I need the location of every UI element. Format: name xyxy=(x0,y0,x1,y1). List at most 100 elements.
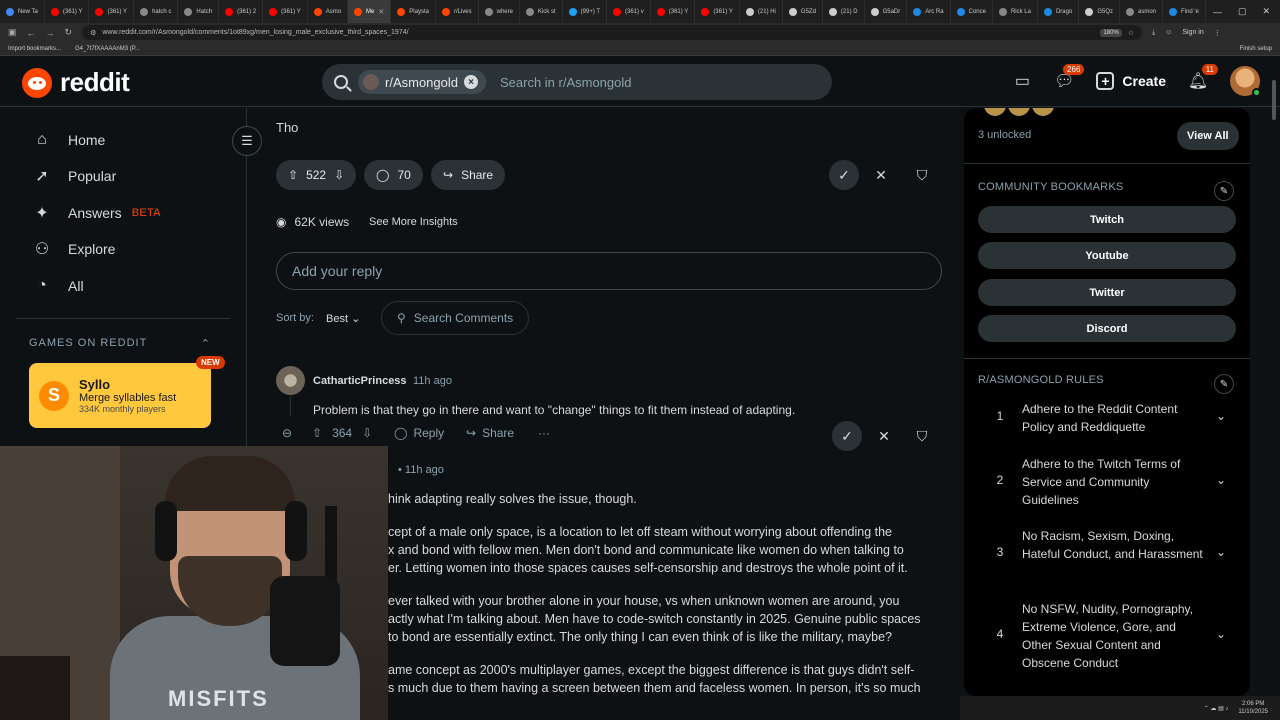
nav-all[interactable]: ◔ All xyxy=(32,276,83,296)
maximize-icon[interactable]: ▢ xyxy=(1238,6,1247,17)
mod-shield-button[interactable]: ⛉ xyxy=(907,421,937,451)
game-card-syllo[interactable]: S Syllo Merge syllables fast 334K monthl… xyxy=(29,363,211,428)
games-section-header[interactable]: GAMES ON REDDIT ⌃ xyxy=(29,337,211,350)
bookmark-import[interactable]: Import bookmarks... xyxy=(8,46,61,52)
sidebar-toggle-icon[interactable]: ▣ xyxy=(8,27,17,38)
create-button[interactable]: + Create xyxy=(1096,72,1166,90)
browser-tab[interactable]: G5Zd xyxy=(783,0,823,23)
nav-answers[interactable]: ✦ Answers BETA xyxy=(32,203,161,223)
search-comments-input[interactable]: ⚲ Search Comments xyxy=(381,301,530,335)
comment-share-button[interactable]: ↪ Share xyxy=(466,426,514,440)
signin-label[interactable]: Sign in xyxy=(1182,29,1203,36)
browser-tab[interactable]: (361) Y xyxy=(89,0,135,23)
profile-icon[interactable]: ☺ xyxy=(1165,29,1172,36)
bookmark-twitter[interactable]: Twitter xyxy=(978,279,1236,306)
see-more-insights-link[interactable]: See More Insights xyxy=(369,216,458,228)
browser-tab[interactable]: r/Lives xyxy=(436,0,479,23)
browser-tab[interactable]: (361) Y xyxy=(263,0,308,23)
edit-pencil-icon[interactable]: ✎ xyxy=(1214,181,1234,201)
browser-tab[interactable]: (361) 2 xyxy=(219,0,264,23)
bookmark-youtube[interactable]: Youtube xyxy=(978,242,1236,269)
page-scrollbar[interactable] xyxy=(1272,80,1276,120)
finish-setup-button[interactable]: Finish setup xyxy=(1240,46,1272,52)
clock[interactable]: 2:06 PM 11/10/2025 xyxy=(1238,700,1268,716)
downloads-icon[interactable]: ⤓ xyxy=(1152,29,1155,37)
upvote-icon[interactable]: ⇧ xyxy=(288,168,298,182)
notification-bell-icon[interactable]: 🔔︎ 11 xyxy=(1188,64,1218,91)
browser-tab[interactable]: hatch c xyxy=(134,0,179,23)
browser-tab[interactable]: G5aDr xyxy=(865,0,908,23)
browser-tab[interactable]: Hatch xyxy=(178,0,220,23)
chevron-down-icon[interactable]: ⌄ xyxy=(1206,400,1236,436)
browser-tab[interactable]: New Ta xyxy=(0,0,45,23)
collapse-thread-icon[interactable]: ⊖ xyxy=(282,426,292,440)
browser-tab[interactable]: Find 'e xyxy=(1163,0,1206,23)
bookmark-star-icon[interactable]: ☆ xyxy=(1128,29,1134,37)
share-button[interactable]: ↪ Share xyxy=(431,160,506,190)
browser-tab[interactable]: (21) Hi xyxy=(740,0,783,23)
more-options-icon[interactable]: ··· xyxy=(538,426,550,440)
reddit-logo[interactable]: reddit xyxy=(22,67,130,98)
view-all-button[interactable]: View All xyxy=(1177,122,1239,150)
browser-tab[interactable]: G5Qz xyxy=(1079,0,1120,23)
bookmark-twitch[interactable]: Twitch xyxy=(978,206,1236,233)
rule-item[interactable]: 3 No Racism, Sexism, Doxing, Hateful Con… xyxy=(978,527,1236,563)
rule-item[interactable]: 1 Adhere to the Reddit Content Policy an… xyxy=(978,400,1236,436)
downvote-icon[interactable]: ⇩ xyxy=(362,426,372,440)
back-icon[interactable]: ← xyxy=(27,28,36,38)
approve-button[interactable]: ✓ xyxy=(829,160,859,190)
clear-chip-icon[interactable]: × xyxy=(463,75,478,89)
approve-comment-button[interactable]: ✓ xyxy=(832,421,862,451)
thread-line[interactable] xyxy=(290,396,291,416)
ad-icon[interactable]: ▭ xyxy=(1012,71,1032,91)
browser-tab[interactable]: Arc Ra xyxy=(907,0,951,23)
browser-tab[interactable]: (361) Y xyxy=(45,0,90,23)
browser-tab[interactable]: Drago xyxy=(1038,0,1080,23)
chat-icon[interactable]: 💬︎ 266 xyxy=(1054,64,1085,91)
nav-home[interactable]: ⌂ Home xyxy=(32,130,105,150)
close-tab-icon[interactable]: ✕ xyxy=(378,8,384,16)
nav-popular[interactable]: ➚ Popular xyxy=(32,166,116,186)
browser-tab[interactable]: (361) Y xyxy=(695,0,740,23)
browser-tab[interactable]: where xyxy=(479,0,520,23)
reload-icon[interactable]: ↻ xyxy=(65,27,73,38)
reply-button[interactable]: ◯ Reply xyxy=(394,426,444,440)
browser-tab[interactable]: Asmo xyxy=(308,0,349,23)
edit-pencil-icon[interactable]: ✎ xyxy=(1214,374,1234,394)
comments-button[interactable]: ◯ 70 xyxy=(364,160,423,190)
downvote-icon[interactable]: ⇩ xyxy=(334,168,344,182)
address-bar[interactable]: ⚙ www.reddit.com/r/Asmongold/comments/1o… xyxy=(82,25,1143,40)
chevron-down-icon[interactable]: ⌄ xyxy=(1206,527,1236,563)
menu-icon[interactable]: ⋮ xyxy=(1214,29,1221,37)
mod-shield-button[interactable]: ⛉ xyxy=(907,160,937,190)
rule-item[interactable]: 2 Adhere to the Twitch Terms of Service … xyxy=(978,455,1236,509)
search-bar[interactable]: r/Asmongold × Search in r/Asmongold xyxy=(322,64,832,100)
minimize-icon[interactable]: — xyxy=(1213,7,1222,17)
rule-item[interactable]: 4 No NSFW, Nudity, Pornography, Extreme … xyxy=(978,600,1236,672)
browser-tab[interactable]: (361) Y xyxy=(651,0,696,23)
browser-tab[interactable]: (99+) T xyxy=(563,0,608,23)
upvote-icon[interactable]: ⇧ xyxy=(312,426,322,440)
browser-tab[interactable]: Playsta xyxy=(391,0,436,23)
community-chip[interactable]: r/Asmongold × xyxy=(358,70,486,94)
tray-icons[interactable]: ⌃ ☁ ▤ ♪ xyxy=(1204,705,1229,712)
comment-username[interactable]: CatharticPrincess xyxy=(313,375,407,387)
reply-input[interactable]: Add your reply xyxy=(276,252,942,290)
browser-tab[interactable]: asmon xyxy=(1120,0,1163,23)
avatar[interactable] xyxy=(276,366,305,395)
browser-tab[interactable]: Conce xyxy=(951,0,993,23)
forward-icon[interactable]: → xyxy=(46,28,55,38)
chevron-down-icon[interactable]: ⌄ xyxy=(1206,455,1236,509)
remove-comment-button[interactable]: ✕ xyxy=(869,421,899,451)
zoom-level[interactable]: 180% xyxy=(1100,28,1122,37)
chevron-down-icon[interactable]: ⌄ xyxy=(1206,600,1236,672)
chevron-up-icon[interactable]: ⌃ xyxy=(201,337,211,350)
browser-tab[interactable]: (21) D xyxy=(823,0,865,23)
sort-dropdown[interactable]: Best ⌄ xyxy=(326,312,360,325)
search-input[interactable]: Search in r/Asmongold xyxy=(500,75,632,90)
browser-tab[interactable]: Me ✕ xyxy=(348,0,392,23)
nav-explore[interactable]: ⚇ Explore xyxy=(32,239,116,259)
browser-tab[interactable]: (361) v xyxy=(607,0,651,23)
site-info-icon[interactable]: ⚙ xyxy=(90,29,96,37)
bookmark-discord[interactable]: Discord xyxy=(978,315,1236,342)
